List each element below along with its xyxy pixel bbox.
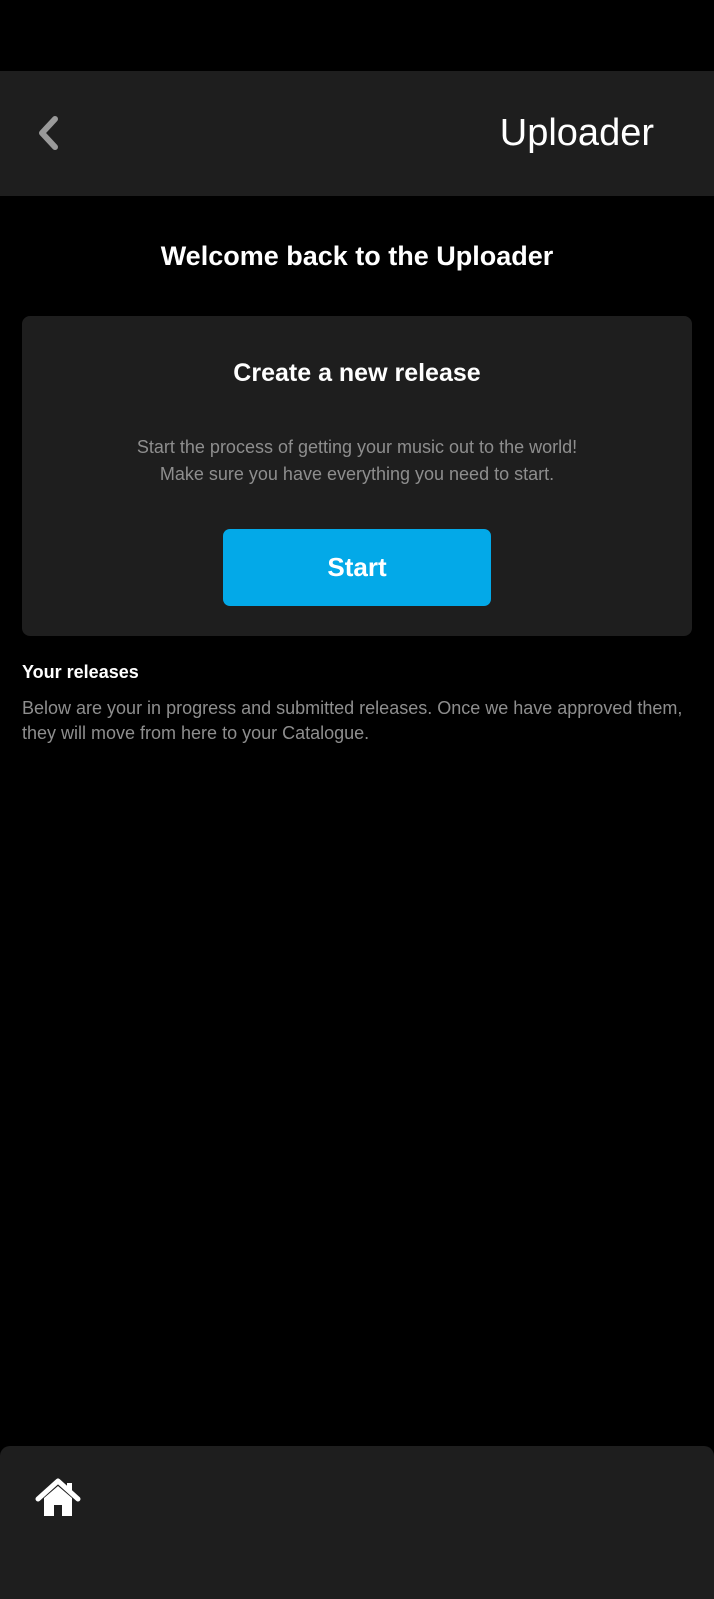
- create-release-description-line-1: Start the process of getting your music …: [136, 437, 578, 457]
- your-releases-heading: Your releases: [22, 662, 139, 682]
- create-release-description-line-2: Make sure you have everything you need t…: [159, 464, 555, 484]
- app-bar: Uploader: [0, 71, 714, 196]
- home-icon: [35, 1478, 81, 1516]
- bottom-navigation: [0, 1446, 714, 1599]
- welcome-heading: Welcome back to the Uploader: [160, 241, 554, 271]
- status-bar: [0, 0, 714, 71]
- home-button[interactable]: [33, 1476, 83, 1520]
- create-release-card: Create a new release Start the process o…: [22, 316, 692, 636]
- back-button[interactable]: [28, 113, 68, 153]
- your-releases-description: Below are your in progress and submitted…: [22, 698, 683, 743]
- create-release-description: Start the process of getting your music …: [22, 434, 692, 488]
- start-button[interactable]: Start: [223, 529, 491, 606]
- chevron-left-icon: [39, 116, 58, 150]
- create-release-title: Create a new release: [233, 359, 481, 387]
- page-title: Uploader: [499, 112, 654, 154]
